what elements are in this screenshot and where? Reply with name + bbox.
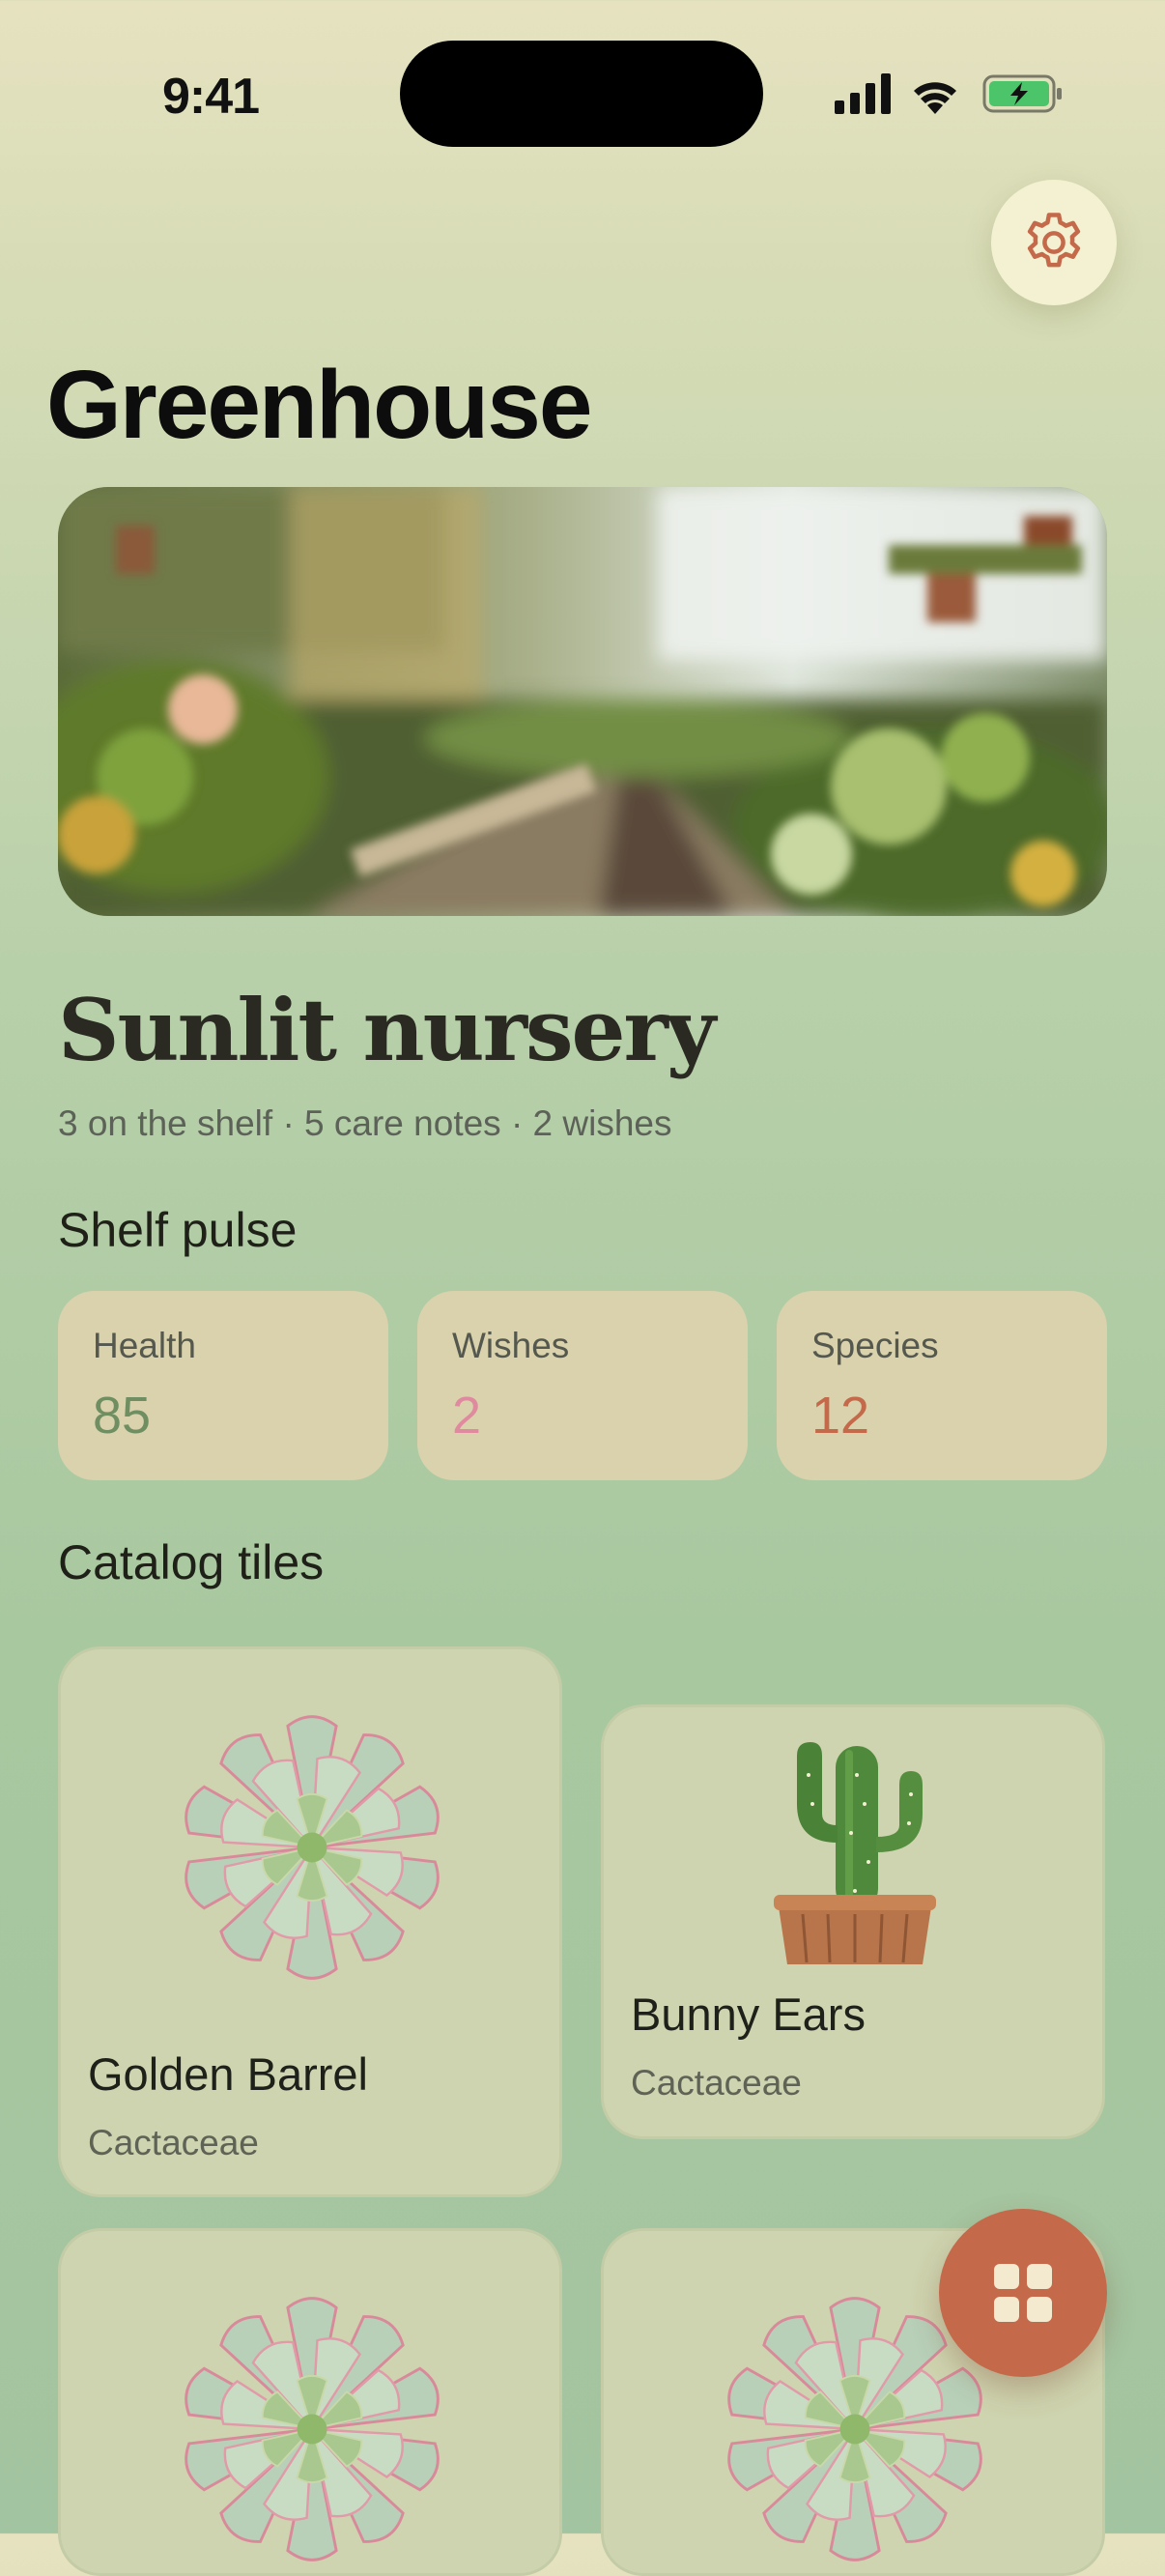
nursery-title: Sunlit nursery [58, 980, 716, 1080]
stat-card-health[interactable]: Health 85 [58, 1291, 388, 1480]
page-title: Greenhouse [46, 351, 592, 459]
nursery-summary: 3 on the shelf · 5 care notes · 2 wishes [58, 1103, 672, 1143]
settings-button[interactable] [991, 180, 1117, 305]
catalog-tile-bunny-ears[interactable]: Bunny Ears Cactaceae [601, 1704, 1105, 2139]
succulent-rosette-icon [185, 1715, 440, 1980]
status-time: 9:41 [162, 69, 260, 125]
grid-icon [994, 2264, 1052, 2322]
catalog-tile-golden-barrel[interactable]: Golden Barrel Cactaceae [58, 1646, 562, 2197]
status-icons [835, 73, 1062, 114]
grid-view-button[interactable] [939, 2209, 1107, 2377]
catalog-tile[interactable] [58, 2228, 562, 2576]
stat-label: Wishes [452, 1326, 570, 1365]
shelf-pulse-heading: Shelf pulse [58, 1203, 298, 1257]
dynamic-island [400, 41, 763, 147]
stat-label: Species [811, 1326, 939, 1365]
stat-value: 2 [452, 1387, 482, 1445]
stat-value: 12 [811, 1387, 870, 1445]
gear-icon [1027, 213, 1081, 268]
hero-image [58, 487, 1107, 916]
tile-name: Bunny Ears [631, 1989, 866, 2040]
tile-family: Cactaceae [88, 2123, 259, 2162]
stat-value: 85 [93, 1387, 152, 1445]
tile-name: Golden Barrel [88, 2048, 368, 2100]
catalog-heading: Catalog tiles [58, 1535, 325, 1589]
potted-cactus-icon [774, 1742, 936, 1964]
stat-card-species[interactable]: Species 12 [777, 1291, 1107, 1480]
tile-family: Cactaceae [631, 2063, 802, 2103]
stat-card-wishes[interactable]: Wishes 2 [417, 1291, 748, 1480]
succulent-rosette-icon [185, 2297, 440, 2562]
battery-icon [982, 74, 1062, 113]
wifi-icon [914, 82, 956, 114]
stat-label: Health [93, 1326, 196, 1365]
cellular-signal-icon [835, 73, 891, 114]
